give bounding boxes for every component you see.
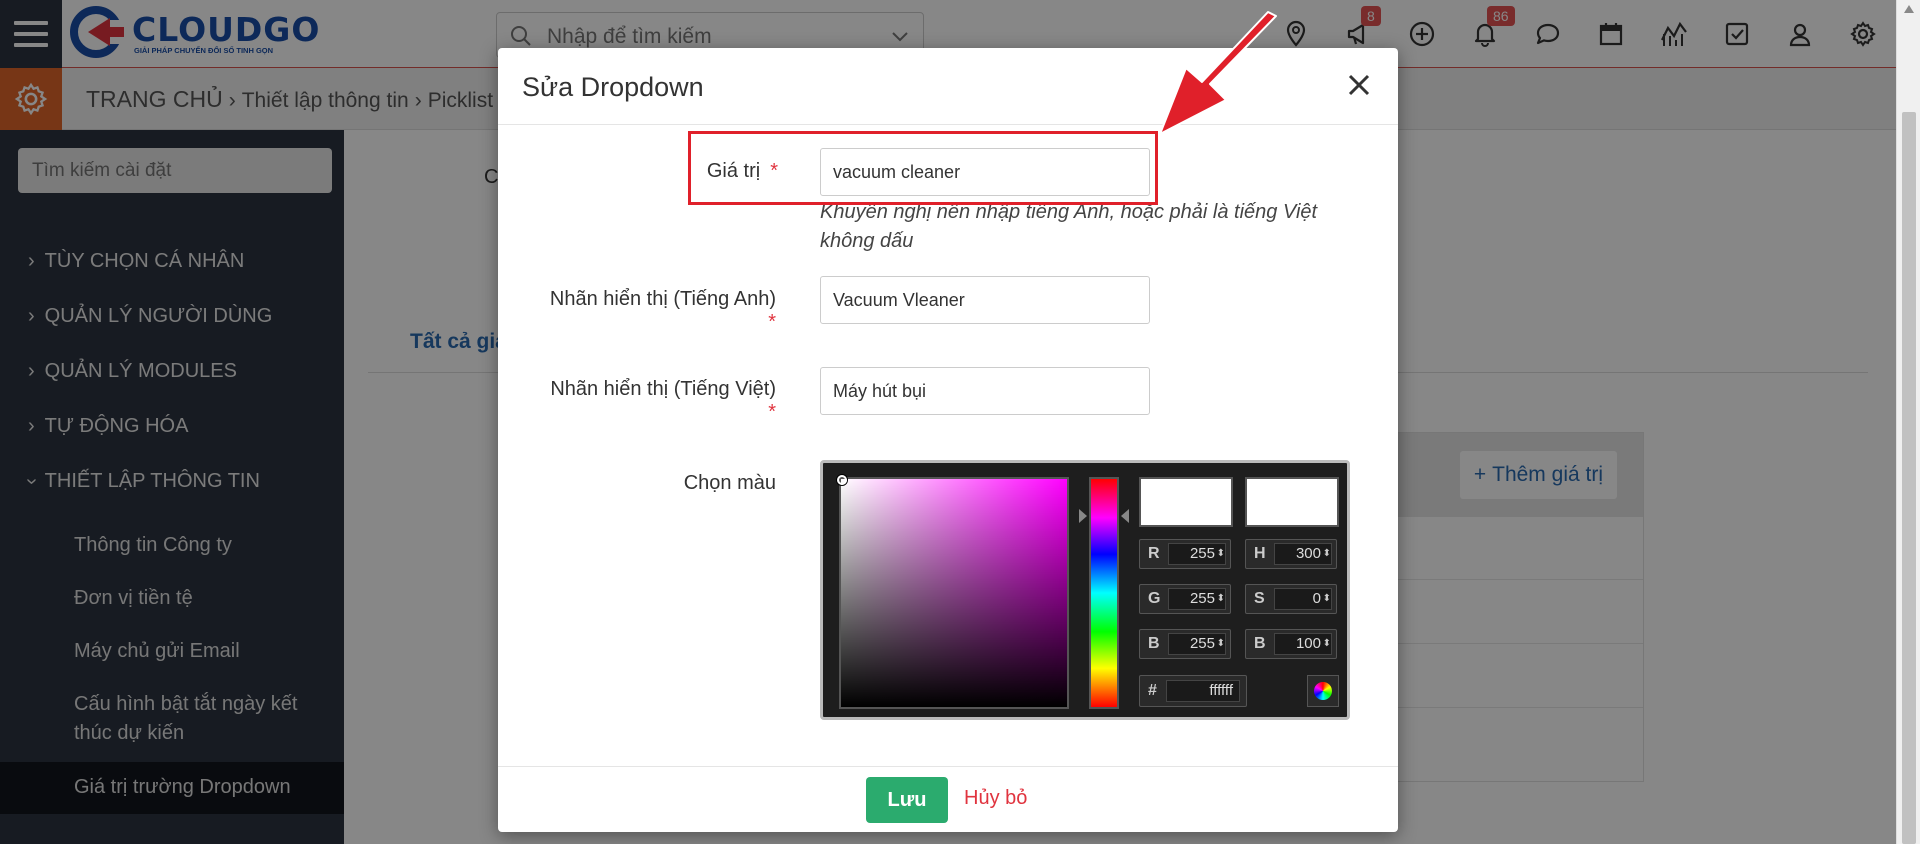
red-channel[interactable]: R 255 (1139, 539, 1231, 569)
modal-footer: Lưu Hủy bỏ (498, 766, 1398, 832)
hex-input[interactable]: # ffffff (1139, 675, 1247, 707)
page-scrollbar[interactable] (1896, 0, 1920, 844)
close-icon[interactable] (1342, 68, 1376, 102)
blue-channel[interactable]: B 255 (1139, 629, 1231, 659)
new-color-swatch (1139, 477, 1233, 527)
saturation-brightness-area[interactable] (837, 475, 1069, 709)
annotation-highlight-box (688, 131, 1158, 205)
color-picker: R255 H300 G255 S0 B255 B100 #ffffff (820, 460, 1350, 720)
brightness-channel[interactable]: B 100 (1245, 629, 1337, 659)
color-handle[interactable] (837, 475, 847, 485)
label-vi: Nhãn hiển thị (Tiếng Việt) * (550, 378, 776, 423)
current-color-swatch[interactable] (1245, 477, 1339, 527)
cancel-link[interactable]: Hủy bỏ (964, 787, 1027, 810)
color-wheel-icon[interactable] (1307, 675, 1339, 707)
value-hint: Khuyến nghị nên nhập tiếng Anh, hoặc phả… (820, 201, 1318, 252)
annotation-arrow-icon (1159, 11, 1277, 135)
saturation-channel[interactable]: S0 (1245, 584, 1337, 614)
hue-arrow-right-icon (1121, 509, 1129, 523)
label-vi-input[interactable] (820, 367, 1150, 415)
save-button[interactable]: Lưu (866, 777, 948, 823)
color-label: Chọn màu (683, 472, 776, 494)
scroll-up-icon[interactable] (1903, 4, 1915, 14)
hue-channel[interactable]: H 300 (1245, 539, 1337, 569)
modal-title: Sửa Dropdown (522, 72, 704, 102)
hue-arrow-left-icon (1079, 509, 1087, 523)
hue-slider[interactable] (1089, 477, 1119, 709)
label-en: Nhãn hiển thị (Tiếng Anh) * (549, 288, 776, 333)
green-channel[interactable]: G 255 (1139, 584, 1231, 614)
label-en-input[interactable] (820, 276, 1150, 324)
scrollbar-thumb[interactable] (1902, 112, 1916, 844)
